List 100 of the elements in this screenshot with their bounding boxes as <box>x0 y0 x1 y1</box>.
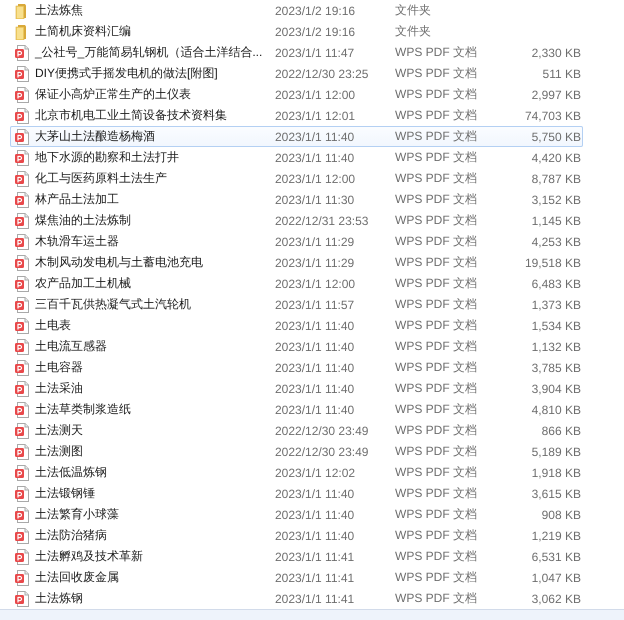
file-name: 三百千瓦供热凝气式土汽轮机 <box>35 296 192 313</box>
file-name: 土法低温炼钢 <box>35 464 108 481</box>
pdf-file-icon <box>14 548 30 564</box>
pdf-file-icon <box>14 318 30 334</box>
modified-date: 2023/1/1 11:47 <box>275 46 356 60</box>
modified-date: 2022/12/31 23:53 <box>275 214 370 228</box>
file-row[interactable]: 地下水源的勘察和土法打井 2023/1/1 11:40 WPS PDF 文档 4,420 KB <box>10 147 583 168</box>
file-row[interactable]: 三百千瓦供热凝气式土汽轮机 2023/1/1 11:57 WPS PDF 文档 1,373 KB <box>10 294 583 315</box>
modified-date: 2022/12/30 23:49 <box>275 424 370 438</box>
file-type: WPS PDF 文档 <box>395 107 478 124</box>
file-type: WPS PDF 文档 <box>395 548 478 565</box>
file-name: 地下水源的勘察和土法打井 <box>35 149 180 166</box>
pdf-file-icon <box>14 128 30 144</box>
modified-date: 2023/1/1 11:29 <box>275 256 356 270</box>
file-name: 土电表 <box>35 317 72 334</box>
pdf-file-icon <box>14 212 30 228</box>
file-size: 74,703 KB <box>524 108 581 122</box>
file-row[interactable]: 土法采油 2023/1/1 11:40 WPS PDF 文档 3,904 KB <box>10 378 583 399</box>
pdf-file-icon <box>14 422 30 438</box>
file-type: WPS PDF 文档 <box>395 317 478 334</box>
file-type: WPS PDF 文档 <box>395 338 478 355</box>
file-row[interactable]: 保证小高炉正常生产的土仪表 2023/1/1 12:00 WPS PDF 文档 2,997 KB <box>10 84 583 105</box>
file-type: WPS PDF 文档 <box>395 506 478 523</box>
modified-date: 2023/1/1 12:00 <box>275 172 356 186</box>
pdf-file-icon <box>14 464 30 480</box>
file-row[interactable]: 土法炼焦 2023/1/2 19:16 文件夹 <box>10 0 583 21</box>
pdf-file-icon <box>14 528 30 544</box>
file-size: 1,918 KB <box>532 466 581 480</box>
file-row[interactable]: 土简机床资料汇编 2023/1/2 19:16 文件夹 <box>10 21 583 42</box>
file-type: WPS PDF 文档 <box>395 275 478 292</box>
file-row[interactable]: 煤焦油的土法炼制 2022/12/31 23:53 WPS PDF 文档 1,145 KB <box>10 210 583 231</box>
file-name: 土法孵鸡及技术革新 <box>35 548 144 565</box>
file-row[interactable]: 土法防治猪病 2023/1/1 11:40 WPS PDF 文档 1,219 KB <box>10 525 583 546</box>
file-row[interactable]: 木轨滑车运土器 2023/1/1 11:29 WPS PDF 文档 4,253 KB <box>10 231 583 252</box>
pdf-file-icon <box>14 402 30 418</box>
file-row[interactable]: _公社号_万能简易轧钢机（适合土洋结合... 2023/1/1 11:47 WPS PDF 文档 2,330 KB <box>10 42 583 63</box>
file-size: 2,997 KB <box>532 88 581 102</box>
file-row[interactable]: 林产品土法加工 2023/1/1 11:30 WPS PDF 文档 3,152 KB <box>10 189 583 210</box>
file-row[interactable]: 北京市机电工业土简设备技术资料集 2023/1/1 12:01 WPS PDF 文档 74,703 KB <box>10 105 583 126</box>
file-row[interactable]: 土法草类制浆造纸 2023/1/1 11:40 WPS PDF 文档 4,810 KB <box>10 399 583 420</box>
pdf-file-icon <box>14 276 30 292</box>
file-type: WPS PDF 文档 <box>395 212 478 229</box>
file-size: 908 KB <box>542 508 581 522</box>
file-row[interactable]: 土法回收废金属 2023/1/1 11:41 WPS PDF 文档 1,047 KB <box>10 567 583 588</box>
modified-date: 2022/12/30 23:49 <box>275 444 370 458</box>
pdf-file-icon <box>14 444 30 460</box>
file-name: 土电容器 <box>35 359 84 376</box>
modified-date: 2023/1/1 11:30 <box>275 192 356 206</box>
file-type: WPS PDF 文档 <box>395 380 478 397</box>
file-size: 3,904 KB <box>532 382 581 396</box>
pdf-file-icon <box>14 170 30 186</box>
modified-date: 2023/1/1 11:41 <box>275 592 356 606</box>
file-row[interactable]: 木制风动发电机与土蓄电池充电 2023/1/1 11:29 WPS PDF 文档 19,518 KB <box>10 252 583 273</box>
file-row[interactable]: 土法测图 2022/12/30 23:49 WPS PDF 文档 5,189 KB <box>10 441 583 462</box>
pdf-file-icon <box>14 150 30 166</box>
file-size: 2,330 KB <box>532 46 581 60</box>
file-row[interactable]: 大茅山土法酿造杨梅酒 2023/1/1 11:40 WPS PDF 文档 5,750 KB <box>10 126 583 147</box>
modified-date: 2023/1/1 11:40 <box>275 130 356 144</box>
file-size: 511 KB <box>542 66 581 80</box>
file-type: WPS PDF 文档 <box>395 86 478 103</box>
file-type: WPS PDF 文档 <box>395 254 478 271</box>
modified-date: 2023/1/1 11:40 <box>275 360 356 374</box>
file-type: WPS PDF 文档 <box>395 464 478 481</box>
file-type: WPS PDF 文档 <box>395 359 478 376</box>
file-row[interactable]: 土法炼钢 2023/1/1 11:41 WPS PDF 文档 3,062 KB <box>10 588 583 609</box>
file-type: WPS PDF 文档 <box>395 44 478 61</box>
modified-date: 2023/1/1 11:40 <box>275 340 356 354</box>
file-type: WPS PDF 文档 <box>395 569 478 586</box>
pdf-file-icon <box>14 380 30 396</box>
file-row[interactable]: 土法测天 2022/12/30 23:49 WPS PDF 文档 866 KB <box>10 420 583 441</box>
file-type: WPS PDF 文档 <box>395 65 478 82</box>
pdf-file-icon <box>14 360 30 376</box>
file-name: 土法测图 <box>35 443 84 460</box>
file-size: 4,253 KB <box>532 234 581 248</box>
modified-date: 2023/1/2 19:16 <box>275 24 356 38</box>
file-row[interactable]: 土法繁育小球藻 2023/1/1 11:40 WPS PDF 文档 908 KB <box>10 504 583 525</box>
pdf-file-icon <box>14 86 30 102</box>
modified-date: 2023/1/2 19:16 <box>275 4 356 18</box>
modified-date: 2023/1/1 11:41 <box>275 550 356 564</box>
file-row[interactable]: 农产品加工土机械 2023/1/1 12:00 WPS PDF 文档 6,483 KB <box>10 273 583 294</box>
file-row[interactable]: 土法锻钢锤 2023/1/1 11:40 WPS PDF 文档 3,615 KB <box>10 483 583 504</box>
file-row[interactable]: 土电表 2023/1/1 11:40 WPS PDF 文档 1,534 KB <box>10 315 583 336</box>
file-type: WPS PDF 文档 <box>395 149 478 166</box>
file-name: 土法炼焦 <box>35 2 84 19</box>
pdf-file-icon <box>14 234 30 250</box>
modified-date: 2023/1/1 11:57 <box>275 298 356 312</box>
modified-date: 2023/1/1 11:40 <box>275 318 356 332</box>
file-row[interactable]: 土电容器 2023/1/1 11:40 WPS PDF 文档 3,785 KB <box>10 357 583 378</box>
file-row[interactable]: 土法孵鸡及技术革新 2023/1/1 11:41 WPS PDF 文档 6,531 KB <box>10 546 583 567</box>
file-row[interactable]: 土法低温炼钢 2023/1/1 12:02 WPS PDF 文档 1,918 KB <box>10 462 583 483</box>
file-type: WPS PDF 文档 <box>395 485 478 502</box>
file-name: 土简机床资料汇编 <box>35 23 132 40</box>
file-row[interactable]: 化工与医药原料土法生产 2023/1/1 12:00 WPS PDF 文档 8,787 KB <box>10 168 583 189</box>
file-size: 1,534 KB <box>532 318 581 332</box>
pdf-file-icon <box>14 254 30 270</box>
file-row[interactable]: 土电流互感器 2023/1/1 11:40 WPS PDF 文档 1,132 KB <box>10 336 583 357</box>
modified-date: 2023/1/1 12:00 <box>275 276 356 290</box>
file-type: WPS PDF 文档 <box>395 422 478 439</box>
modified-date: 2023/1/1 12:00 <box>275 88 356 102</box>
file-row[interactable]: DIY便携式手摇发电机的做法[附图] 2022/12/30 23:25 WPS PDF 文档 511 KB <box>10 63 583 84</box>
